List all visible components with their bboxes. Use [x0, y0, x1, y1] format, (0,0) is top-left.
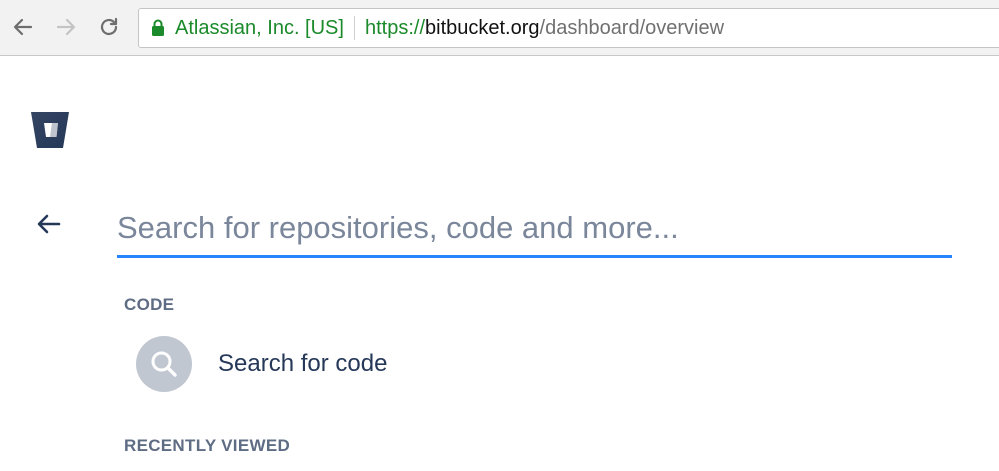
lock-icon: [151, 19, 165, 37]
search-for-code-item[interactable]: Search for code: [124, 329, 944, 399]
browser-back-button[interactable]: [8, 12, 38, 42]
search-focus-underline: [117, 255, 952, 258]
url-scheme: https://: [364, 16, 425, 39]
search-input[interactable]: [117, 200, 952, 255]
url-host: bitbucket.org: [425, 16, 540, 39]
bitbucket-logo[interactable]: [30, 111, 70, 149]
browser-forward-button[interactable]: [51, 12, 81, 42]
arrow-left-icon: [13, 18, 33, 36]
search-icon: [136, 336, 192, 392]
search-field: [117, 200, 952, 258]
address-divider: [353, 16, 355, 40]
search-for-code-label: Search for code: [218, 350, 388, 377]
certificate-name[interactable]: Atlassian, Inc. [US]: [175, 17, 344, 40]
recently-viewed-heading: RECENTLY VIEWED: [124, 436, 291, 455]
url-path: /dashboard/overview: [539, 16, 725, 39]
back-button[interactable]: [34, 209, 64, 239]
arrow-right-icon: [56, 18, 76, 36]
arrow-left-icon: [37, 214, 61, 234]
address-bar[interactable]: Atlassian, Inc. [US] https://bitbucket.o…: [138, 8, 999, 48]
code-section-heading: CODE: [124, 295, 175, 314]
browser-toolbar: Atlassian, Inc. [US] https://bitbucket.o…: [0, 0, 999, 56]
browser-reload-button[interactable]: [94, 12, 124, 42]
reload-icon: [100, 17, 118, 36]
